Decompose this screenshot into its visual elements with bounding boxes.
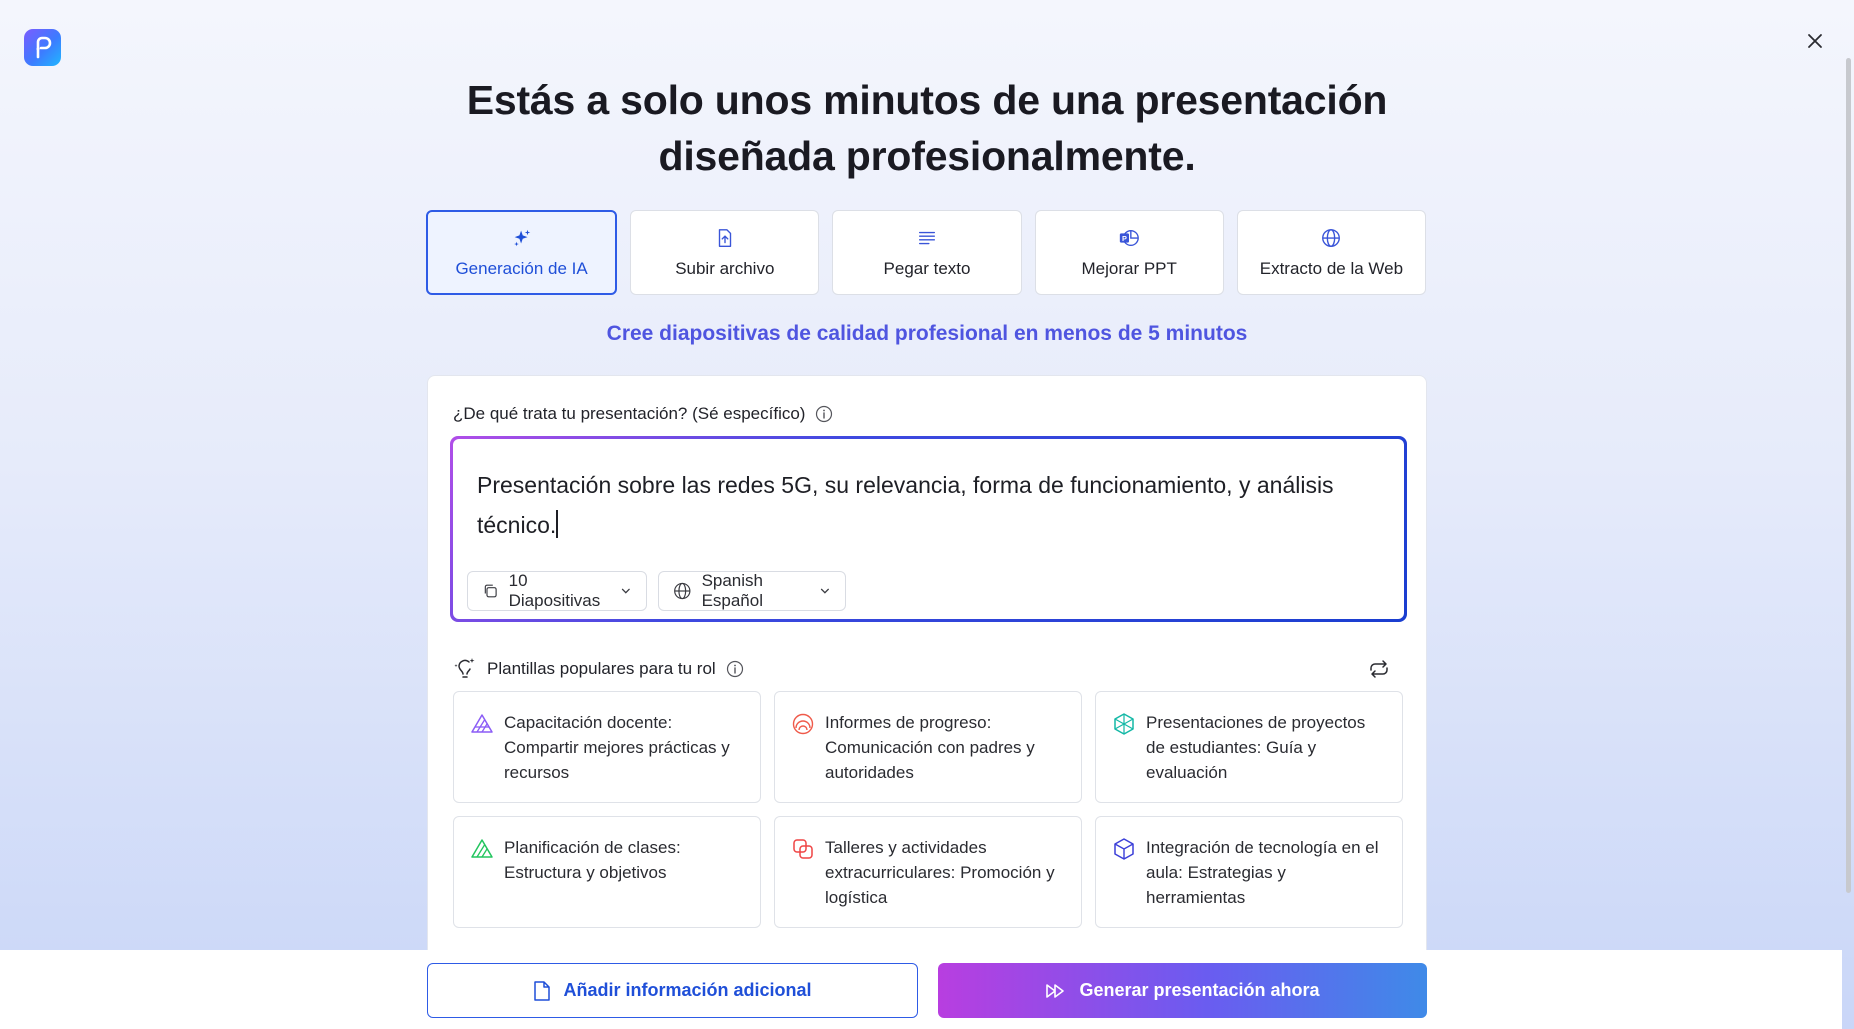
tab-web-extract[interactable]: Extracto de la Web bbox=[1236, 210, 1427, 295]
slides-count-value: 10 Diapositivas bbox=[508, 571, 601, 610]
text-lines-icon bbox=[918, 231, 936, 244]
prompt-input-frame: Presentación sobre las redes 5G, su rele… bbox=[450, 436, 1407, 622]
question-label: ¿De qué trata tu presentación? (Sé espec… bbox=[453, 404, 833, 424]
template-label: Informes de progreso: Comunicación con p… bbox=[825, 713, 1035, 782]
powerpoint-icon: P bbox=[1120, 229, 1140, 246]
overlap-squares-icon bbox=[793, 839, 813, 859]
prompt-card: ¿De qué trata tu presentación? (Sé espec… bbox=[427, 375, 1427, 975]
language-value: Spanish Español bbox=[701, 571, 763, 610]
add-info-button[interactable]: Añadir información adicional bbox=[427, 963, 918, 1018]
page-title: Estás a solo unos minutos de una present… bbox=[0, 72, 1854, 184]
app-logo[interactable] bbox=[24, 29, 61, 66]
tab-label: Mejorar PPT bbox=[1081, 258, 1177, 278]
generate-button[interactable]: Generar presentación ahora bbox=[938, 963, 1427, 1018]
tab-label: Subir archivo bbox=[675, 258, 775, 278]
add-info-label: Añadir información adicional bbox=[563, 980, 812, 1000]
refresh-icon[interactable] bbox=[1367, 658, 1391, 680]
subtitle: Cree diapositivas de calidad profesional… bbox=[606, 322, 1248, 345]
language-select[interactable]: Spanish Español bbox=[658, 571, 846, 611]
fast-forward-icon bbox=[1046, 983, 1065, 998]
chevron-down-icon bbox=[622, 588, 631, 594]
tab-improve-ppt[interactable]: P Mejorar PPT bbox=[1034, 210, 1224, 295]
template-card[interactable]: Capacitación docente: Compartir mejores … bbox=[453, 691, 761, 803]
tab-upload-file[interactable]: Subir archivo bbox=[630, 210, 820, 295]
template-label: Planificación de clases: Estructura y ob… bbox=[504, 838, 681, 882]
close-icon bbox=[1808, 34, 1822, 48]
copy-slides-icon bbox=[484, 584, 497, 598]
tab-label: Extracto de la Web bbox=[1259, 258, 1404, 278]
tab-ai-generation[interactable]: Generación de IA bbox=[426, 210, 618, 295]
text-caret bbox=[556, 510, 558, 538]
template-card[interactable]: Informes de progreso: Comunicación con p… bbox=[774, 691, 1082, 803]
rings-icon bbox=[792, 713, 814, 735]
question-text: ¿De qué trata tu presentación? (Sé espec… bbox=[453, 404, 806, 423]
template-card[interactable]: Integración de tecnología en el aula: Es… bbox=[1095, 816, 1403, 928]
logo-icon bbox=[36, 36, 51, 58]
globe-icon bbox=[674, 582, 691, 600]
mode-tabs: Generación de IA Subir archivo Pegar tex… bbox=[426, 210, 1427, 295]
templates-header: Plantillas populares para tu rol bbox=[453, 654, 1401, 684]
triangles-icon bbox=[471, 714, 493, 733]
file-upload-icon bbox=[718, 228, 731, 247]
template-label: Integración de tecnología en el aula: Es… bbox=[1146, 838, 1379, 907]
prompt-text[interactable]: Presentación sobre las redes 5G, su rele… bbox=[477, 465, 1364, 545]
templates-grid: Capacitación docente: Compartir mejores … bbox=[453, 691, 1403, 928]
sparkle-icon bbox=[513, 229, 530, 246]
templates-heading: Plantillas populares para tu rol bbox=[487, 659, 716, 678]
page-title-line1: Estás a solo unos minutos de una present… bbox=[466, 77, 1388, 123]
hexagon-icon bbox=[1114, 713, 1134, 735]
bottom-action-bar: Añadir información adicional Generar pre… bbox=[0, 950, 1842, 1029]
generate-label: Generar presentación ahora bbox=[1079, 980, 1320, 1000]
prompt-value: Presentación sobre las redes 5G, su rele… bbox=[477, 472, 1334, 538]
lightbulb-sparkle-icon bbox=[454, 658, 475, 678]
slides-count-select[interactable]: 10 Diapositivas bbox=[467, 571, 647, 611]
template-card[interactable]: Talleres y actividades extracurriculares… bbox=[774, 816, 1082, 928]
prompt-textarea[interactable]: Presentación sobre las redes 5G, su rele… bbox=[453, 439, 1404, 619]
tab-label: Pegar texto bbox=[883, 258, 971, 278]
template-card[interactable]: Presentaciones de proyectos de estudiant… bbox=[1095, 691, 1403, 803]
chevron-down-icon bbox=[821, 588, 830, 594]
tab-paste-text[interactable]: Pegar texto bbox=[832, 210, 1022, 295]
page-title-line2: diseñada profesionalmente. bbox=[658, 133, 1196, 179]
info-icon[interactable] bbox=[815, 405, 833, 423]
tab-label: Generación de IA bbox=[455, 258, 588, 278]
triangles-icon bbox=[471, 839, 493, 858]
cube-icon bbox=[1114, 838, 1134, 860]
template-label: Presentaciones de proyectos de estudiant… bbox=[1146, 713, 1366, 782]
document-icon bbox=[534, 980, 551, 1001]
close-button[interactable] bbox=[1802, 28, 1828, 54]
info-icon[interactable] bbox=[726, 660, 744, 678]
globe-icon bbox=[1322, 228, 1341, 247]
svg-text:P: P bbox=[1122, 233, 1127, 242]
template-label: Capacitación docente: Compartir mejores … bbox=[504, 713, 730, 782]
template-label: Talleres y actividades extracurriculares… bbox=[825, 838, 1055, 907]
template-card[interactable]: Planificación de clases: Estructura y ob… bbox=[453, 816, 761, 928]
